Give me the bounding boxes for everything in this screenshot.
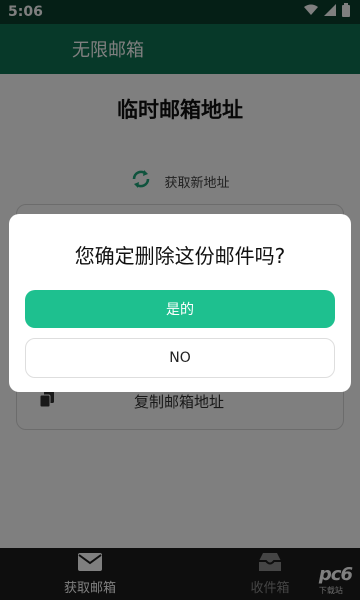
confirm-delete-dialog: 您确定删除这份邮件吗? 是的 NO (9, 214, 351, 392)
confirm-yes-button[interactable]: 是的 (25, 290, 335, 328)
confirm-no-button[interactable]: NO (25, 338, 335, 378)
dialog-message: 您确定删除这份邮件吗? (74, 244, 286, 268)
